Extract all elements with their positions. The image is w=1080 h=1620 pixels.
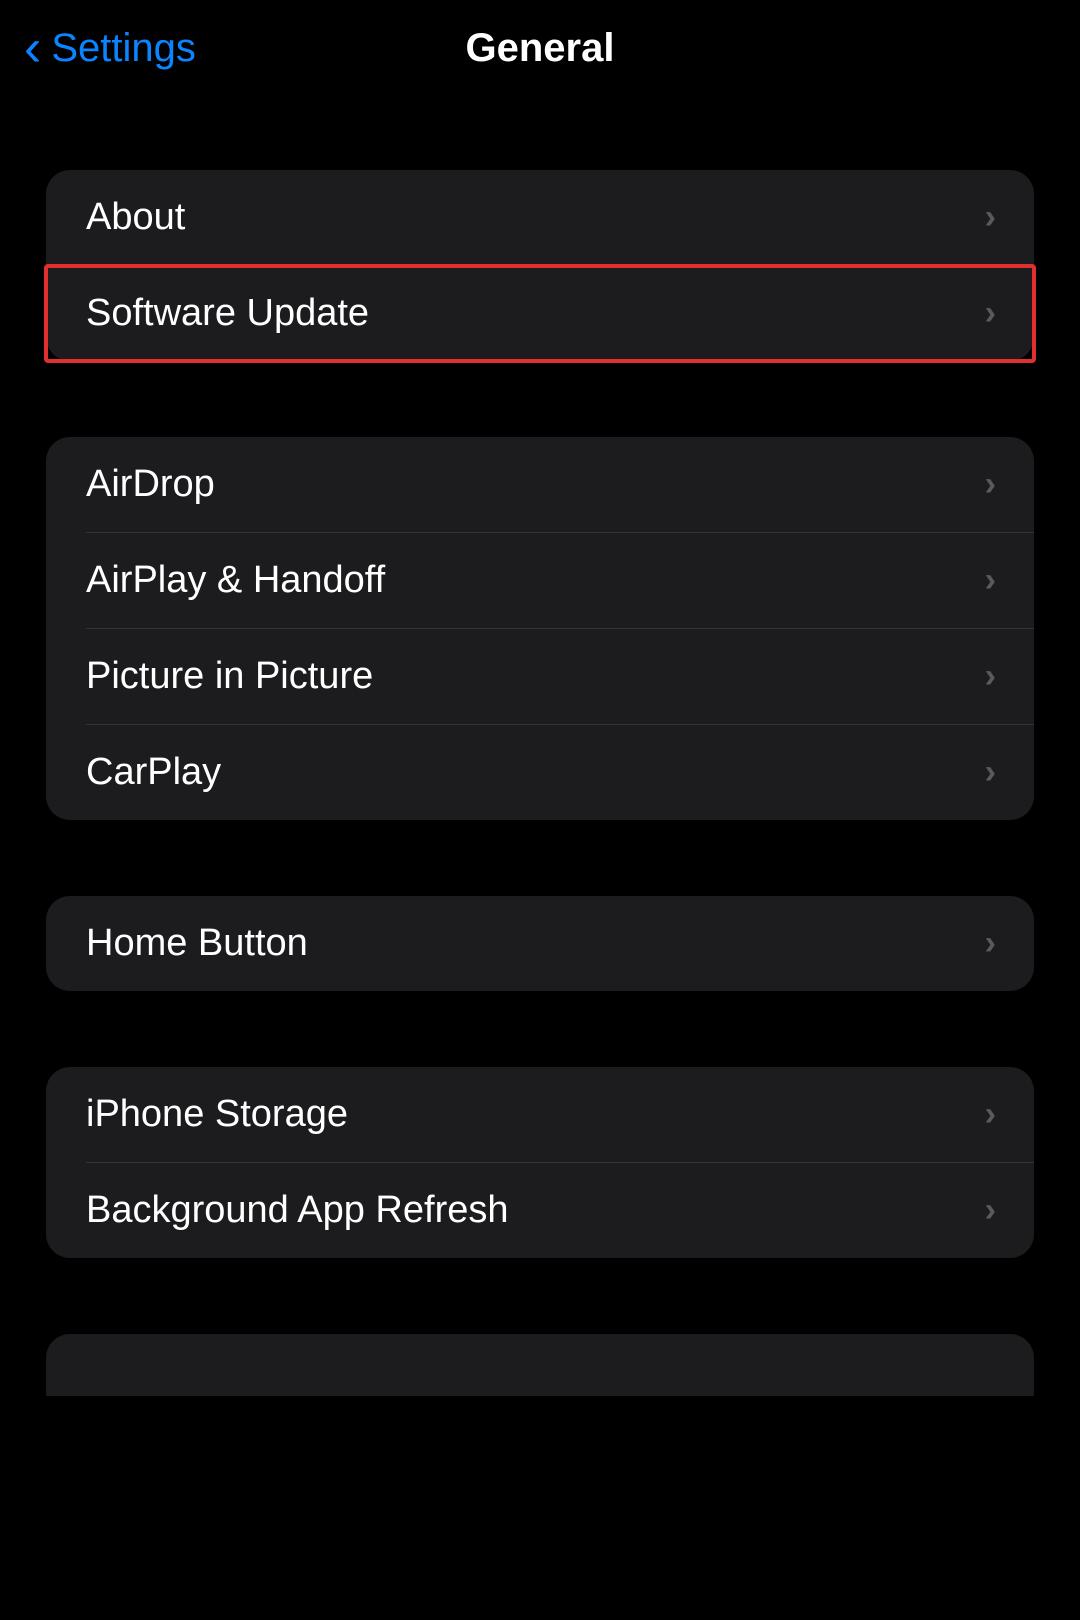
list-item-about[interactable]: About › <box>46 170 1034 265</box>
settings-content: About › Software Update › AirDrop › AirP… <box>0 96 1080 1396</box>
list-item-software-update[interactable]: Software Update › <box>46 266 1034 361</box>
list-item-label: Home Button <box>86 922 308 965</box>
list-item-label: AirDrop <box>86 463 215 506</box>
list-item-label: Background App Refresh <box>86 1189 509 1232</box>
chevron-right-icon: › <box>985 465 996 504</box>
chevron-right-icon: › <box>985 1191 996 1230</box>
chevron-left-icon: ‹ <box>24 22 41 74</box>
list-item-airdrop[interactable]: AirDrop › <box>46 437 1034 532</box>
list-item-home-button[interactable]: Home Button › <box>46 896 1034 991</box>
chevron-right-icon: › <box>985 1095 996 1134</box>
chevron-right-icon: › <box>985 294 996 333</box>
list-item-carplay[interactable]: CarPlay › <box>46 725 1034 820</box>
chevron-right-icon: › <box>985 753 996 792</box>
back-button[interactable]: ‹ Settings <box>24 22 196 74</box>
chevron-right-icon: › <box>985 657 996 696</box>
list-item-label: Picture in Picture <box>86 655 373 698</box>
list-item-iphone-storage[interactable]: iPhone Storage › <box>46 1067 1034 1162</box>
chevron-right-icon: › <box>985 561 996 600</box>
list-item-background-app-refresh[interactable]: Background App Refresh › <box>46 1163 1034 1258</box>
settings-group: About › Software Update › <box>46 170 1034 361</box>
chevron-right-icon: › <box>985 924 996 963</box>
chevron-right-icon: › <box>985 198 996 237</box>
settings-group: AirDrop › AirPlay & Handoff › Picture in… <box>46 437 1034 820</box>
settings-group-partial <box>46 1334 1034 1396</box>
list-item-airplay-handoff[interactable]: AirPlay & Handoff › <box>46 533 1034 628</box>
settings-group: Home Button › <box>46 896 1034 991</box>
list-item-label: AirPlay & Handoff <box>86 559 385 602</box>
list-item-label: Software Update <box>86 292 369 335</box>
list-item-picture-in-picture[interactable]: Picture in Picture › <box>46 629 1034 724</box>
list-item-label: iPhone Storage <box>86 1093 348 1136</box>
nav-bar: ‹ Settings General <box>0 0 1080 96</box>
settings-group: iPhone Storage › Background App Refresh … <box>46 1067 1034 1258</box>
list-item-label: CarPlay <box>86 751 221 794</box>
list-item-label: About <box>86 196 185 239</box>
back-label: Settings <box>51 26 196 71</box>
